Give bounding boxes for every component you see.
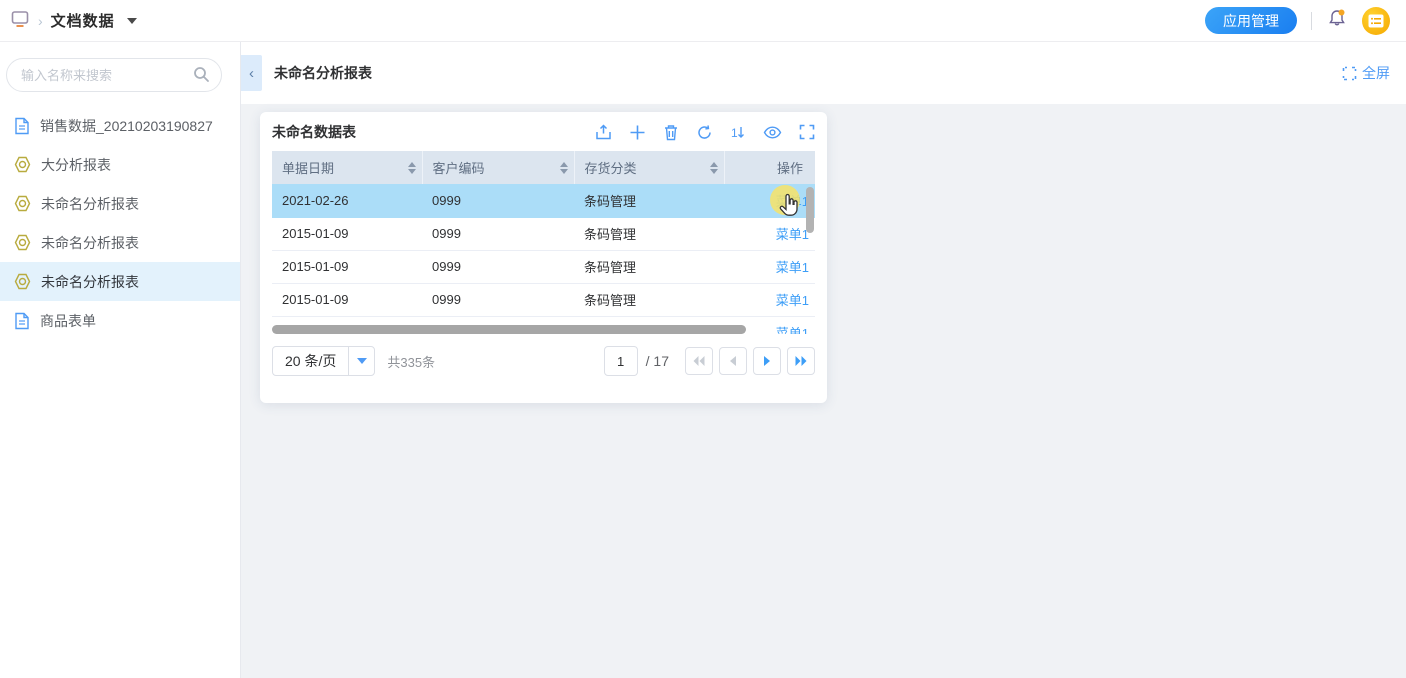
page-size-select[interactable]: 20 条/页 bbox=[272, 346, 375, 376]
sort-order-icon[interactable]: 1 bbox=[730, 124, 746, 141]
form-list-icon bbox=[1368, 14, 1384, 28]
row-action-link[interactable]: 菜单1 bbox=[776, 227, 809, 242]
horizontal-scrollbar[interactable] bbox=[272, 325, 746, 334]
last-page-button[interactable] bbox=[787, 347, 815, 375]
chevron-right-icon bbox=[763, 356, 771, 366]
app-manage-button[interactable]: 应用管理 bbox=[1205, 7, 1297, 34]
content-area: 未命名数据表 bbox=[241, 104, 1406, 678]
fullscreen-label: 全屏 bbox=[1362, 63, 1390, 83]
double-chevron-left-icon bbox=[693, 356, 705, 366]
sort-icon[interactable] bbox=[710, 162, 718, 174]
sidebar-item-unnamed-report-3-selected[interactable]: 未命名分析报表 bbox=[0, 262, 240, 301]
sidebar-item-product-form[interactable]: 商品表单 bbox=[0, 301, 240, 340]
sidebar-item-label: 未命名分析报表 bbox=[41, 272, 139, 292]
breadcrumb-chevron-icon: › bbox=[38, 13, 43, 29]
panel-title: 未命名数据表 bbox=[272, 122, 356, 142]
sidebar-item-label: 未命名分析报表 bbox=[41, 233, 139, 253]
fullscreen-icon bbox=[1342, 66, 1357, 81]
avatar[interactable] bbox=[1362, 7, 1390, 35]
next-page-button[interactable] bbox=[753, 347, 781, 375]
monitor-icon[interactable] bbox=[10, 9, 30, 33]
search-icon[interactable] bbox=[193, 66, 210, 88]
chevron-down-icon[interactable] bbox=[127, 18, 137, 24]
search-input[interactable] bbox=[6, 58, 222, 92]
sidebar-item-label: 销售数据_20210203190827 bbox=[40, 116, 213, 136]
row-action-link[interactable]: 菜单1 bbox=[776, 326, 809, 334]
sidebar-item-sales-data[interactable]: 销售数据_20210203190827 bbox=[0, 106, 240, 145]
total-pages-label: / 17 bbox=[646, 353, 669, 369]
eye-icon[interactable] bbox=[763, 125, 782, 140]
data-table-panel: 未命名数据表 bbox=[260, 112, 827, 403]
analysis-report-icon bbox=[14, 195, 31, 212]
svg-text:1: 1 bbox=[731, 126, 738, 140]
breadcrumb-title[interactable]: 文档数据 bbox=[51, 10, 115, 31]
table-header-row: 单据日期 客户编码 存货分类 bbox=[272, 151, 815, 184]
export-icon[interactable] bbox=[595, 124, 612, 141]
pagination: 20 条/页 共335条 / 17 bbox=[272, 346, 815, 376]
delete-icon[interactable] bbox=[663, 124, 679, 141]
column-header-customer[interactable]: 客户编码 bbox=[422, 151, 574, 184]
sidebar-item-label: 大分析报表 bbox=[41, 155, 111, 175]
main-header: ‹ 未命名分析报表 全屏 bbox=[241, 42, 1406, 104]
table-row[interactable]: 2021-02-26 0999 条码管理 菜单1 bbox=[272, 184, 815, 217]
notification-bell-icon[interactable] bbox=[1326, 7, 1348, 34]
first-page-button[interactable] bbox=[685, 347, 713, 375]
document-icon bbox=[14, 312, 30, 330]
page-title: 未命名分析报表 bbox=[274, 63, 372, 83]
data-table: 单据日期 客户编码 存货分类 bbox=[272, 151, 815, 334]
panel-fullscreen-icon[interactable] bbox=[799, 124, 815, 140]
sidebar-item-label: 未命名分析报表 bbox=[41, 194, 139, 214]
document-icon bbox=[14, 117, 30, 135]
table-row[interactable]: 2015-01-09 0999 条码管理 菜单1 bbox=[272, 250, 815, 283]
column-header-category[interactable]: 存货分类 bbox=[574, 151, 724, 184]
sidebar-item-label: 商品表单 bbox=[40, 311, 96, 331]
column-header-date[interactable]: 单据日期 bbox=[272, 151, 422, 184]
page-size-dropdown[interactable] bbox=[348, 347, 374, 375]
row-action-link[interactable]: 菜单1 bbox=[776, 293, 809, 308]
analysis-report-icon bbox=[14, 156, 31, 173]
total-count-label: 共335条 bbox=[387, 352, 435, 371]
fullscreen-button[interactable]: 全屏 bbox=[1342, 63, 1390, 83]
sort-icon[interactable] bbox=[408, 162, 416, 174]
sidebar: 销售数据_20210203190827 大分析报表 未命名分析报表 未命名分析报… bbox=[0, 42, 241, 678]
sidebar-item-unnamed-report-2[interactable]: 未命名分析报表 bbox=[0, 223, 240, 262]
chevron-left-icon bbox=[729, 356, 737, 366]
divider bbox=[1311, 12, 1312, 30]
sidebar-item-big-analysis-report[interactable]: 大分析报表 bbox=[0, 145, 240, 184]
hand-cursor-icon bbox=[777, 193, 801, 224]
main-area: ‹ 未命名分析报表 全屏 未命名数据表 bbox=[241, 42, 1406, 678]
sidebar-item-unnamed-report-1[interactable]: 未命名分析报表 bbox=[0, 184, 240, 223]
analysis-report-icon bbox=[14, 234, 31, 251]
chevron-down-icon bbox=[357, 358, 367, 364]
add-icon[interactable] bbox=[629, 124, 646, 141]
previous-page-button[interactable] bbox=[719, 347, 747, 375]
page-size-value: 20 条/页 bbox=[273, 347, 348, 375]
vertical-scrollbar[interactable] bbox=[806, 187, 814, 233]
analysis-report-icon bbox=[14, 273, 31, 290]
back-button[interactable]: ‹ bbox=[241, 55, 262, 91]
table-row[interactable]: 2015-01-09 0999 条码管理 菜单1 bbox=[272, 283, 815, 316]
column-header-action: 操作 bbox=[724, 151, 815, 184]
topbar: › 文档数据 应用管理 bbox=[0, 0, 1406, 42]
page-number-input[interactable] bbox=[604, 346, 638, 376]
row-action-link[interactable]: 菜单1 bbox=[776, 260, 809, 275]
table-row[interactable]: 2015-01-09 0999 条码管理 菜单1 bbox=[272, 217, 815, 250]
double-chevron-right-icon bbox=[795, 356, 807, 366]
sort-icon[interactable] bbox=[560, 162, 568, 174]
refresh-icon[interactable] bbox=[696, 124, 713, 141]
